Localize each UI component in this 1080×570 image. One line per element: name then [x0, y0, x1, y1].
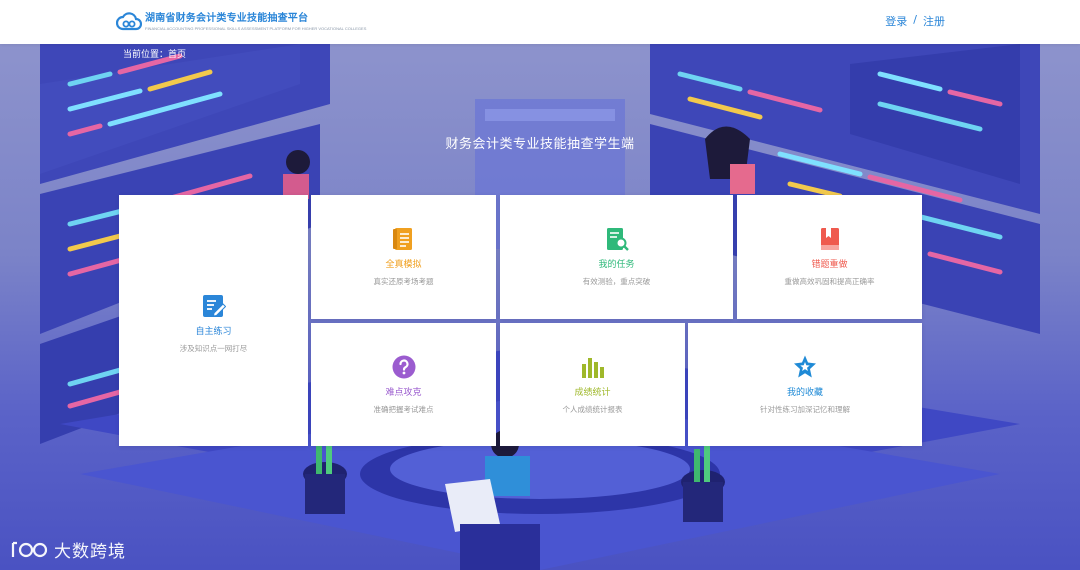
login-link[interactable]: 登录 [885, 13, 907, 29]
cloud-logo-icon [116, 12, 142, 31]
book-icon [820, 228, 839, 250]
wrong-redo-title: 错题重做 [811, 260, 848, 270]
my-favorites-card[interactable]: 我的收藏 针对性练习加深记忆和理解 [688, 323, 922, 446]
exam-paper-icon [392, 228, 412, 250]
wrong-redo-card[interactable]: 错题重做 重做高效巩固和提高正确率 [737, 195, 922, 319]
difficulty-desc: 准确把握考试难点 [373, 405, 434, 414]
logo-title: 湖南省财务会计类专业技能抽查平台 [145, 12, 309, 24]
breadcrumb-prefix: 当前位置： [123, 50, 169, 60]
self-practice-card[interactable]: 自主练习 涉及知识点一网打尽 [119, 195, 308, 446]
score-stats-title: 成绩统计 [574, 388, 611, 398]
bar-chart-icon [581, 358, 604, 378]
question-circle-icon [392, 355, 415, 379]
self-practice-title: 自主练习 [195, 326, 232, 337]
auth-separator: / [913, 13, 917, 26]
watermark: 大数跨境 [10, 537, 126, 562]
score-stats-card[interactable]: 成绩统计 个人成绩统计报表 [500, 323, 685, 446]
register-link[interactable]: 注册 [923, 13, 945, 29]
my-favorites-title: 我的收藏 [786, 388, 823, 398]
watermark-logo-icon [11, 541, 48, 557]
my-task-card[interactable]: 我的任务 有效测验，重点突破 [500, 195, 733, 319]
document-search-icon [606, 228, 629, 251]
self-practice-desc: 涉及知识点一网打尽 [179, 343, 248, 353]
edit-document-icon [202, 294, 226, 317]
top-header: 湖南省财务会计类专业技能抽查平台 FINANCIAL ACCOUNTING PR… [0, 0, 1080, 44]
score-stats-desc: 个人成绩统计报表 [562, 405, 623, 414]
my-task-title: 我的任务 [598, 260, 635, 270]
logo-subtitle: FINANCIAL ACCOUNTING PROFESSIONAL SKILLS… [145, 25, 367, 31]
watermark-text: 大数跨境 [54, 542, 126, 562]
difficulty-card[interactable]: 难点攻克 准确把握考试难点 [311, 323, 496, 446]
difficulty-title: 难点攻克 [385, 388, 422, 398]
auth-links: 登录 / 注册 [885, 13, 945, 29]
my-task-desc: 有效测验，重点突破 [582, 277, 651, 286]
full-mock-title: 全真模拟 [385, 260, 422, 270]
my-favorites-desc: 针对性练习加深记忆和理解 [760, 405, 850, 414]
wrong-redo-desc: 重做高效巩固和提高正确率 [784, 277, 875, 286]
star-badge-icon [794, 355, 816, 378]
breadcrumb: 当前位置：首页 [123, 47, 186, 60]
page-title: 财务会计类专业技能抽查学生端 [445, 137, 635, 152]
breadcrumb-home[interactable]: 首页 [168, 50, 186, 60]
full-mock-desc: 真实还原考场考题 [373, 277, 434, 286]
full-mock-card[interactable]: 全真模拟 真实还原考场考题 [311, 195, 496, 319]
platform-logo[interactable]: 湖南省财务会计类专业技能抽查平台 FINANCIAL ACCOUNTING PR… [116, 10, 375, 34]
